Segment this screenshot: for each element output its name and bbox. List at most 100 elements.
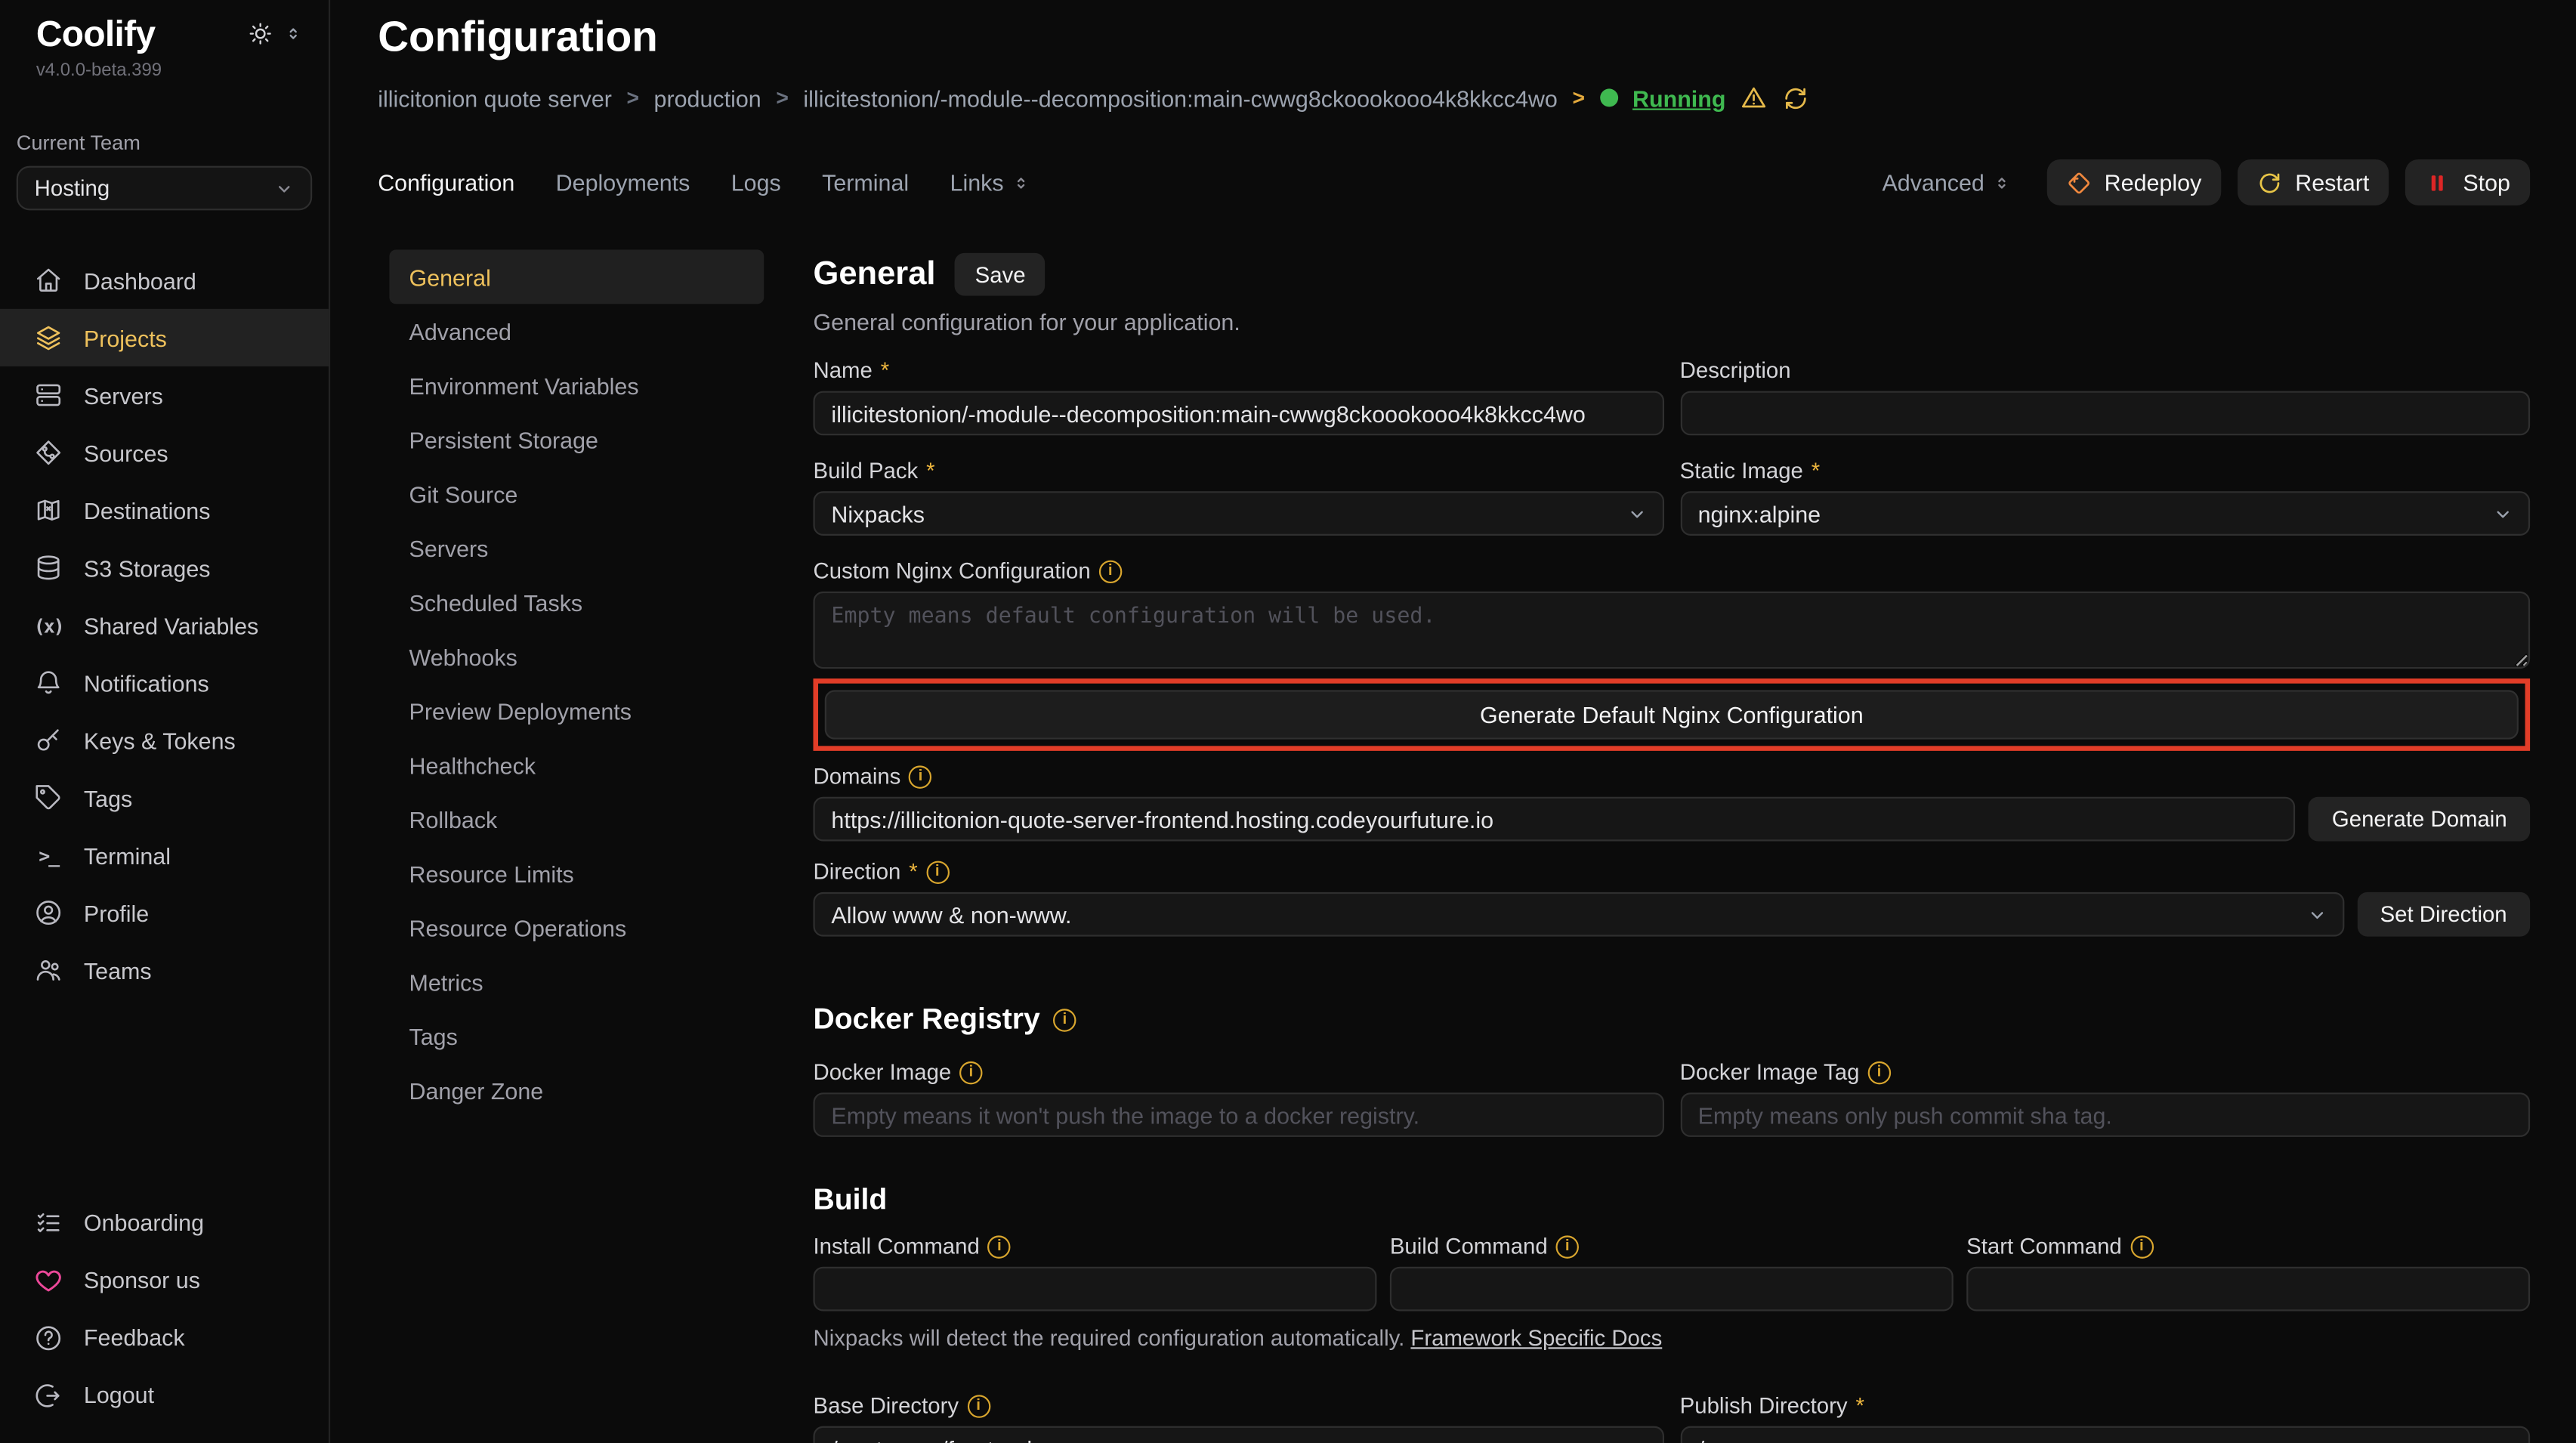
description-input[interactable] xyxy=(1680,391,2530,436)
screen: Coolify v4.0.0-beta.399 Current Team Hos… xyxy=(0,0,2576,1443)
direction-row: Allow www & non-www. Set Direction xyxy=(814,892,2531,937)
build-pack-field-group: Build Pack* Nixpacks xyxy=(814,435,1663,536)
docker-image-input[interactable] xyxy=(814,1092,1663,1137)
base-directory-input[interactable] xyxy=(814,1426,1663,1443)
info-icon[interactable]: i xyxy=(1556,1234,1579,1257)
info-icon[interactable]: i xyxy=(926,860,949,882)
sidebar-item-teams[interactable]: Teams xyxy=(0,941,329,999)
install-command-field-group: Install Command i xyxy=(814,1217,1377,1311)
sidebar-item-tags[interactable]: Tags xyxy=(0,769,329,827)
sidebar-item-feedback[interactable]: Feedback xyxy=(0,1309,329,1366)
sidebar-item-logout[interactable]: Logout xyxy=(0,1366,329,1423)
direction-select[interactable]: Allow www & non-www. xyxy=(814,892,2344,937)
refresh-icon[interactable] xyxy=(1784,85,1810,111)
sidebar-item-s3-storages[interactable]: S3 Storages xyxy=(0,539,329,596)
sidebar-item-sources[interactable]: Sources xyxy=(0,424,329,481)
info-icon[interactable]: i xyxy=(1867,1061,1890,1083)
subnav-servers[interactable]: Servers xyxy=(389,521,764,575)
subnav-rollback[interactable]: Rollback xyxy=(389,792,764,846)
sidebar-item-notifications[interactable]: Notifications xyxy=(0,654,329,712)
build-command-input[interactable] xyxy=(1390,1267,1954,1312)
nginx-config-label: Custom Nginx Configuration i xyxy=(814,558,2531,583)
info-icon[interactable]: i xyxy=(1053,1008,1076,1030)
tab-logs[interactable]: Logs xyxy=(731,169,781,196)
tab-terminal[interactable]: Terminal xyxy=(822,169,909,196)
static-image-select[interactable]: nginx:alpine xyxy=(1680,491,2530,536)
redeploy-button[interactable]: Redeploy xyxy=(2047,159,2222,205)
subnav-metrics[interactable]: Metrics xyxy=(389,955,764,1009)
chevron-down-icon xyxy=(1626,502,1647,524)
name-input[interactable] xyxy=(814,391,1663,436)
sidebar-item-label: Sources xyxy=(84,440,168,466)
sidebar-item-destinations[interactable]: Destinations xyxy=(0,481,329,539)
info-icon[interactable]: i xyxy=(967,1394,990,1417)
info-icon[interactable]: i xyxy=(959,1061,982,1083)
subnav-healthcheck[interactable]: Healthcheck xyxy=(389,737,764,792)
sidebar-item-onboarding[interactable]: Onboarding xyxy=(0,1194,329,1251)
sidebar-item-dashboard[interactable]: Dashboard xyxy=(0,252,329,309)
sidebar-item-shared-variables[interactable]: (x) Shared Variables xyxy=(0,596,329,654)
subnav-scheduled-tasks[interactable]: Scheduled Tasks xyxy=(389,575,764,629)
docker-image-tag-input[interactable] xyxy=(1680,1092,2530,1137)
nginx-config-textarea[interactable] xyxy=(814,592,2531,669)
team-select[interactable]: Hosting xyxy=(17,166,312,211)
sidebar-item-servers[interactable]: Servers xyxy=(0,366,329,424)
chevron-down-icon xyxy=(274,178,294,198)
info-icon[interactable]: i xyxy=(909,765,931,787)
breadcrumb-resource[interactable]: illicitestonion/-module--decomposition:m… xyxy=(803,85,1557,111)
theme-sun-icon[interactable] xyxy=(248,21,273,46)
subnav-tags[interactable]: Tags xyxy=(389,1009,764,1063)
tab-deployments[interactable]: Deployments xyxy=(556,169,690,196)
stop-button[interactable]: Stop xyxy=(2405,159,2530,205)
restart-button[interactable]: Restart xyxy=(2238,159,2389,205)
subnav-git-source[interactable]: Git Source xyxy=(389,467,764,521)
warning-triangle-icon[interactable] xyxy=(1740,84,1768,112)
tab-links[interactable]: Links xyxy=(950,169,1030,196)
sidebar-item-projects[interactable]: Projects xyxy=(0,309,329,366)
start-command-input[interactable] xyxy=(1966,1267,2530,1312)
subnav-advanced[interactable]: Advanced xyxy=(389,304,764,358)
publish-directory-label: Publish Directory* xyxy=(1680,1393,2530,1418)
info-icon[interactable]: i xyxy=(1099,560,1122,582)
save-button[interactable]: Save xyxy=(956,253,1046,296)
sidebar-item-label: Notifications xyxy=(84,669,209,696)
subnav-danger-zone[interactable]: Danger Zone xyxy=(389,1063,764,1117)
advanced-label: Advanced xyxy=(1882,169,1984,196)
sidebar-header-icons xyxy=(248,21,302,46)
sidebar-item-terminal[interactable]: >_ Terminal xyxy=(0,827,329,884)
subnav-environment-variables[interactable]: Environment Variables xyxy=(389,358,764,413)
generate-nginx-config-button[interactable]: Generate Default Nginx Configuration xyxy=(825,690,2519,739)
advanced-dropdown[interactable]: Advanced xyxy=(1882,169,2010,196)
sidebar-item-sponsor-us[interactable]: Sponsor us xyxy=(0,1251,329,1309)
subnav-resource-operations[interactable]: Resource Operations xyxy=(389,901,764,955)
info-icon[interactable]: i xyxy=(2130,1234,2153,1257)
domains-input[interactable] xyxy=(814,797,2296,842)
subnav-general[interactable]: General xyxy=(389,250,764,304)
framework-docs-link[interactable]: Framework Specific Docs xyxy=(1410,1326,1662,1351)
subnav-resource-limits[interactable]: Resource Limits xyxy=(389,846,764,901)
tab-links-label: Links xyxy=(950,169,1004,196)
sidebar-item-label: Keys & Tokens xyxy=(84,727,236,753)
info-icon[interactable]: i xyxy=(988,1234,1011,1257)
build-pack-select[interactable]: Nixpacks xyxy=(814,491,1663,536)
subnav-persistent-storage[interactable]: Persistent Storage xyxy=(389,413,764,467)
bell-icon xyxy=(35,669,63,697)
breadcrumb-environment[interactable]: production xyxy=(654,85,761,111)
install-command-input[interactable] xyxy=(814,1267,1377,1312)
breadcrumb-project[interactable]: illicitonion quote server xyxy=(378,85,612,111)
layers-icon xyxy=(35,323,63,351)
sidebar-item-profile[interactable]: Profile xyxy=(0,884,329,941)
chevrons-up-down-icon xyxy=(1993,173,2011,191)
sidebar-collapse-icon[interactable] xyxy=(284,25,302,43)
app-logo: Coolify xyxy=(36,13,156,56)
set-direction-button[interactable]: Set Direction xyxy=(2357,892,2530,937)
sidebar-item-keys-tokens[interactable]: Keys & Tokens xyxy=(0,712,329,769)
subnav-preview-deployments[interactable]: Preview Deployments xyxy=(389,684,764,738)
tab-configuration[interactable]: Configuration xyxy=(378,169,514,196)
generate-domain-button[interactable]: Generate Domain xyxy=(2309,797,2530,842)
publish-directory-input[interactable] xyxy=(1680,1426,2530,1443)
sidebar-item-label: Profile xyxy=(84,900,149,926)
subnav-webhooks[interactable]: Webhooks xyxy=(389,629,764,684)
section-subtitle: General configuration for your applicati… xyxy=(814,309,2531,335)
status-badge[interactable]: Running xyxy=(1632,85,1725,111)
